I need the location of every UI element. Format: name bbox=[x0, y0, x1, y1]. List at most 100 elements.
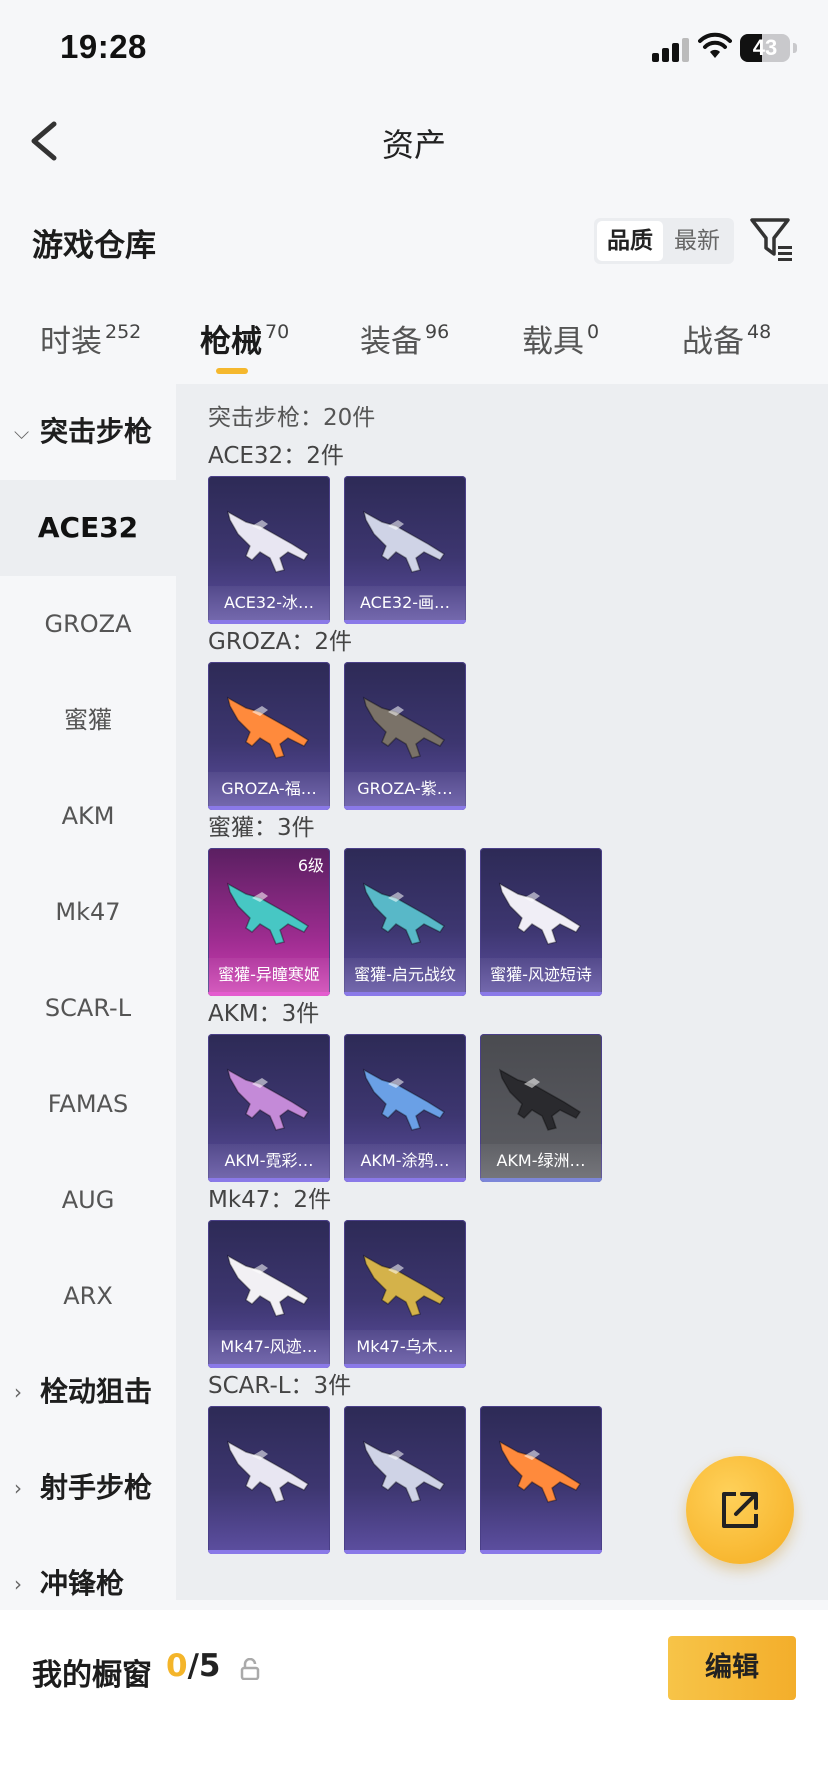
rarity-bar bbox=[344, 620, 466, 624]
edit-button[interactable]: 编辑 bbox=[668, 1636, 796, 1700]
filter-icon[interactable] bbox=[748, 214, 796, 262]
sidebar-group-assault-rifles[interactable]: ⌵ 突击步枪 bbox=[0, 384, 176, 480]
tab-count: 70 bbox=[265, 321, 290, 343]
chevron-right-icon: › bbox=[14, 1572, 22, 1596]
item-card[interactable]: 蜜獾-风迹短诗 bbox=[480, 848, 602, 996]
sort-toggle: 品质 最新 bbox=[594, 218, 734, 264]
weapon-skin-image bbox=[498, 882, 582, 945]
weapon-skin-image bbox=[362, 696, 446, 759]
status-bar: 19:28 43 bbox=[0, 0, 828, 96]
item-card-label: 蜜獾-风迹短诗 bbox=[480, 958, 602, 992]
sidebar-item-mk47[interactable]: Mk47 bbox=[0, 864, 176, 960]
item-card[interactable]: Mk47-风迹… bbox=[208, 1220, 330, 1368]
rarity-bar bbox=[344, 1550, 466, 1554]
weapon-skin-image bbox=[498, 1068, 582, 1131]
sidebar-group-marksman-rifles[interactable]: › 射手步枪 bbox=[0, 1440, 176, 1536]
item-grid: 突击步枪：20件 ACE32：2件 ACE32-冰… ACE32-画… GROZA：2… bbox=[176, 384, 828, 1600]
tab-count: 0 bbox=[587, 321, 600, 343]
item-card-label: AKM-霓彩… bbox=[208, 1144, 330, 1178]
sidebar-group-label: 突击步枪 bbox=[40, 415, 153, 448]
item-card[interactable]: AKM-涂鸦… bbox=[344, 1034, 466, 1182]
sidebar-group-label: 冲锋枪 bbox=[40, 1567, 125, 1600]
sidebar-item-ace32[interactable]: ACE32 bbox=[0, 480, 176, 576]
item-card[interactable]: 6级蜜獾-异瞳寒姬 bbox=[208, 848, 330, 996]
battery-tip bbox=[793, 43, 797, 53]
item-card-label: ACE32-冰… bbox=[208, 586, 330, 620]
item-card[interactable]: ACE32-冰… bbox=[208, 476, 330, 624]
rarity-bar bbox=[344, 1178, 466, 1182]
item-card-label: Mk47-风迹… bbox=[208, 1330, 330, 1364]
page-title: 资产 bbox=[381, 126, 446, 164]
weapon-skin-image bbox=[362, 1068, 446, 1131]
sidebar-group-label: 射手步枪 bbox=[40, 1471, 153, 1504]
item-card-label: ACE32-画… bbox=[344, 586, 466, 620]
weapon-skin-image bbox=[362, 1254, 446, 1317]
item-card[interactable]: ACE32-画… bbox=[344, 476, 466, 624]
group-title: AKM：3件 bbox=[208, 1001, 320, 1027]
sidebar-item-akm[interactable]: AKM bbox=[0, 768, 176, 864]
item-card[interactable]: Mk47-乌木… bbox=[344, 1220, 466, 1368]
showcase-bar: 我的橱窗 0/5 编辑 bbox=[0, 1610, 828, 1792]
sidebar-item-famas[interactable]: FAMAS bbox=[0, 1056, 176, 1152]
sidebar-item-aug[interactable]: AUG bbox=[0, 1152, 176, 1248]
sidebar-item-honey-badger[interactable]: 蜜獾 bbox=[0, 672, 176, 768]
tab-supplies[interactable]: 战备 48 bbox=[682, 316, 771, 364]
showcase-current: 0 bbox=[166, 1648, 188, 1684]
sidebar-group-bolt-snipers[interactable]: › 栓动狙击 bbox=[0, 1344, 176, 1440]
weapon-skin-image bbox=[226, 696, 310, 759]
item-card-label: 蜜獾-启元战纹 bbox=[344, 958, 466, 992]
chevron-right-icon: › bbox=[14, 1476, 22, 1500]
sidebar-item-groza[interactable]: GROZA bbox=[0, 576, 176, 672]
showcase-label: 我的橱窗 bbox=[32, 1658, 152, 1693]
item-card-label: GROZA-福… bbox=[208, 772, 330, 806]
sort-newest-button[interactable]: 最新 bbox=[664, 221, 730, 261]
item-level-badge: 6级 bbox=[297, 856, 324, 875]
weapon-skin-image bbox=[226, 1440, 310, 1503]
weapon-skin-image bbox=[498, 1440, 582, 1503]
sort-quality-button[interactable]: 品质 bbox=[597, 221, 663, 261]
item-card[interactable] bbox=[480, 1406, 602, 1554]
item-card[interactable]: 蜜獾-启元战纹 bbox=[344, 848, 466, 996]
status-time: 19:28 bbox=[60, 28, 147, 65]
share-button[interactable] bbox=[686, 1456, 794, 1564]
tab-label: 装备 bbox=[360, 324, 422, 360]
battery-icon: 43 bbox=[740, 34, 790, 62]
weapon-skin-image bbox=[362, 882, 446, 945]
item-card[interactable]: GROZA-紫… bbox=[344, 662, 466, 810]
chevron-right-icon: › bbox=[14, 1380, 22, 1404]
weapon-skin-image bbox=[362, 510, 446, 573]
tab-fashion[interactable]: 时装 252 bbox=[40, 316, 141, 364]
item-card[interactable] bbox=[344, 1406, 466, 1554]
showcase-total: /5 bbox=[187, 1648, 221, 1684]
weapon-skin-image bbox=[226, 882, 310, 945]
rarity-bar bbox=[344, 806, 466, 810]
weapon-skin-image bbox=[226, 1254, 310, 1317]
item-card-label: Mk47-乌木… bbox=[344, 1330, 466, 1364]
chevron-down-icon: ⌵ bbox=[14, 420, 30, 444]
item-card[interactable] bbox=[208, 1406, 330, 1554]
weapon-skin-image bbox=[226, 1068, 310, 1131]
tab-vehicles[interactable]: 载具 0 bbox=[522, 316, 599, 364]
sidebar-group-smgs[interactable]: › 冲锋枪 bbox=[0, 1536, 176, 1600]
sidebar-item-arx[interactable]: ARX bbox=[0, 1248, 176, 1344]
sidebar: ⌵ 突击步枪 ACE32 GROZA 蜜獾 AKM Mk47 SCAR-L FA… bbox=[0, 384, 176, 1600]
item-card-label: AKM-绿洲… bbox=[480, 1144, 602, 1178]
item-card-label: 蜜獾-异瞳寒姬 bbox=[208, 958, 330, 992]
tab-count: 48 bbox=[747, 321, 772, 343]
group-title: SCAR-L：3件 bbox=[208, 1373, 352, 1399]
rarity-bar bbox=[480, 1178, 602, 1182]
tab-firearms[interactable]: 枪械 70 bbox=[200, 316, 289, 364]
tab-count: 96 bbox=[425, 321, 450, 343]
item-card[interactable]: AKM-霓彩… bbox=[208, 1034, 330, 1182]
battery-percentage: 43 bbox=[752, 35, 778, 60]
tab-equipment[interactable]: 装备 96 bbox=[360, 316, 449, 364]
item-card[interactable]: GROZA-福… bbox=[208, 662, 330, 810]
share-external-icon bbox=[722, 1492, 758, 1528]
tab-label: 枪械 bbox=[200, 324, 262, 360]
group-title: ACE32：2件 bbox=[208, 443, 344, 469]
weapon-skin-image bbox=[226, 510, 310, 573]
item-card[interactable]: AKM-绿洲… bbox=[480, 1034, 602, 1182]
warehouse-title: 游戏仓库 bbox=[32, 228, 156, 264]
lock-icon bbox=[240, 1658, 260, 1680]
sidebar-item-scar-l[interactable]: SCAR-L bbox=[0, 960, 176, 1056]
